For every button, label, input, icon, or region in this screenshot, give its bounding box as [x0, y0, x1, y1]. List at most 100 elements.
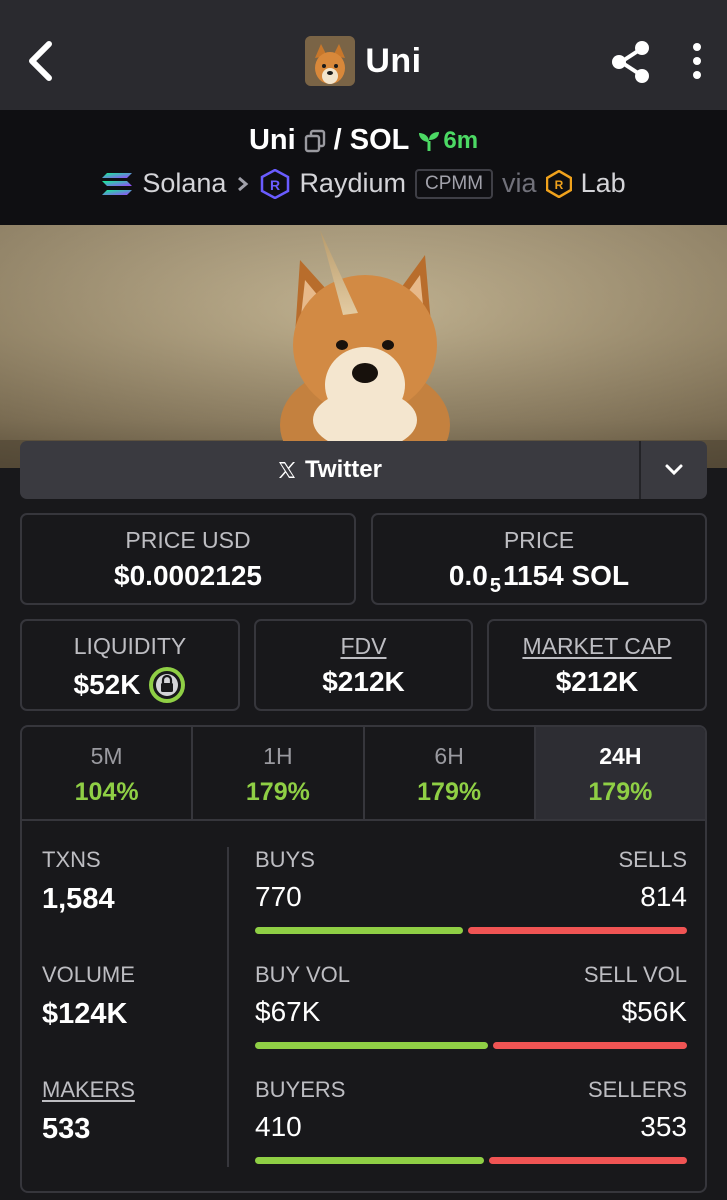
tab-6h[interactable]: 6H 179%: [365, 727, 536, 819]
copy-icon[interactable]: [304, 129, 326, 153]
sells-bar: [468, 927, 687, 934]
volume-label: VOLUME: [42, 962, 135, 987]
pair-separator: /: [333, 124, 342, 156]
price-usd-label: PRICE USD: [125, 527, 251, 553]
price-native-value: 0.0 5 1154 SOL: [373, 560, 705, 597]
price-zero-count: 5: [489, 574, 501, 597]
tab-label: 1H: [263, 743, 293, 769]
tab-change: 179%: [245, 778, 310, 806]
sells-value: 814: [640, 881, 687, 912]
totals-column: TXNS 1,584 VOLUME $124K MAKERS 533: [42, 847, 222, 1191]
buy-sell-volume-stat: BUY VOL SELL VOL $67K $56K: [255, 962, 687, 1077]
stats-panel: 5M 104% 1H 179% 6H 179% 24H 179% TXNS 1,…: [20, 725, 707, 1193]
volume-ratio-bar: [255, 1042, 687, 1049]
timeframe-tabs: 5M 104% 1H 179% 6H 179% 24H 179%: [22, 727, 705, 821]
makers-value: 533: [42, 1113, 91, 1145]
liquidity-value: $52K: [73, 669, 141, 700]
pool-type-badge: CPMM: [414, 168, 494, 199]
market-cap-label[interactable]: MARKET CAP: [489, 633, 705, 660]
sell-vol-bar: [493, 1042, 687, 1049]
price-native-box: PRICE 0.0 5 1154 SOL: [371, 513, 707, 605]
txns-stat: TXNS 1,584: [42, 847, 222, 962]
price-usd-box: PRICE USD $0.0002125: [20, 513, 356, 605]
txns-label: TXNS: [42, 847, 101, 872]
tab-label: 24H: [599, 743, 642, 769]
market-cap-box[interactable]: MARKET CAP $212K: [487, 619, 707, 711]
fdv-box[interactable]: FDV $212K: [254, 619, 473, 711]
share-icon: [612, 41, 649, 83]
sellers-bar: [489, 1157, 687, 1164]
solana-icon: [102, 172, 133, 195]
svg-text:R: R: [554, 178, 563, 192]
chevron-down-icon: [665, 464, 683, 476]
quote-token-symbol: SOL: [349, 124, 410, 156]
market-cap-value: $212K: [555, 666, 639, 697]
buyers-label: BUYERS: [255, 1077, 346, 1102]
price-suffix: 1154 SOL: [502, 560, 630, 591]
tab-24h[interactable]: 24H 179%: [535, 727, 705, 819]
fdv-value: $212K: [322, 666, 405, 697]
x-logo-icon: [279, 462, 296, 478]
makers-stat: MAKERS 533: [42, 1077, 222, 1191]
tab-5m[interactable]: 5M 104%: [22, 727, 194, 819]
buys-sells-stat: BUYS SELLS 770 814: [255, 847, 687, 962]
pair-age-value: 6m: [443, 126, 479, 154]
raydium-icon: R: [261, 168, 290, 199]
buyers-sellers-stat: BUYERS SELLERS 410 353: [255, 1077, 687, 1191]
buy-vol-label: BUY VOL: [255, 962, 350, 987]
chain-info: Solana R Raydium CPMM via R Lab: [0, 168, 727, 199]
breakdown-column: BUYS SELLS 770 814 BUY VOL SELL VOL $67K…: [255, 847, 687, 1191]
share-button[interactable]: [608, 40, 654, 84]
buy-vol-bar: [255, 1042, 488, 1049]
buys-sells-ratio-bar: [255, 927, 687, 934]
twitter-label: Twitter: [305, 456, 382, 483]
pair-info: Uni / SOL 6m Solana R Raydium CPMM via R…: [0, 110, 727, 225]
token-banner-image: [0, 225, 727, 468]
locked-liquidity-icon[interactable]: [148, 666, 186, 704]
tab-change: 179%: [417, 778, 482, 806]
launchpad-icon: R: [545, 169, 572, 198]
tab-label: 5M: [90, 743, 123, 769]
chain-name[interactable]: Solana: [142, 168, 226, 199]
makers-label[interactable]: MAKERS: [42, 1077, 222, 1103]
chevron-right-icon: [238, 176, 249, 191]
via-label: via: [502, 168, 537, 198]
pair-age: 6m: [417, 127, 478, 155]
buyers-bar: [255, 1157, 484, 1164]
sellers-value: 353: [640, 1111, 687, 1142]
liquidity-value-row: $52K: [22, 666, 238, 704]
column-divider: [227, 847, 229, 1167]
price-native-label: PRICE: [503, 527, 575, 553]
fdv-label[interactable]: FDV: [256, 633, 471, 660]
social-links-bar: Twitter: [20, 441, 707, 499]
liquidity-label: LIQUIDITY: [73, 633, 187, 659]
more-vertical-icon: [693, 43, 701, 79]
tab-change: 179%: [588, 778, 653, 806]
pair-title: Uni / SOL 6m: [0, 124, 727, 157]
buys-value: 770: [255, 881, 302, 912]
buyers-ratio-bar: [255, 1157, 687, 1164]
launchpad-name[interactable]: Lab: [581, 168, 626, 199]
base-token-symbol: Uni: [248, 124, 296, 156]
buy-vol-value: $67K: [255, 996, 321, 1027]
buys-label: BUYS: [255, 847, 315, 872]
app-title: Uni: [365, 41, 422, 80]
seedling-icon: [419, 131, 440, 151]
tab-change: 104%: [74, 778, 139, 806]
shiba-unicorn-image: [0, 225, 727, 468]
sell-vol-label: SELL VOL: [583, 962, 687, 987]
twitter-button[interactable]: Twitter: [20, 441, 639, 499]
tab-1h[interactable]: 1H 179%: [193, 727, 365, 819]
dex-name[interactable]: Raydium: [299, 168, 406, 199]
more-options-button[interactable]: [682, 40, 712, 84]
tab-label: 6H: [434, 743, 464, 769]
more-links-dropdown[interactable]: [641, 441, 707, 499]
sellers-label: SELLERS: [587, 1077, 687, 1102]
sell-vol-value: $56K: [621, 996, 687, 1027]
volume-value: $124K: [42, 998, 128, 1030]
price-prefix: 0.0: [448, 560, 488, 591]
sells-label: SELLS: [618, 847, 688, 872]
token-avatar: [305, 36, 356, 86]
liquidity-box: LIQUIDITY $52K: [20, 619, 240, 711]
buys-bar: [255, 927, 463, 934]
